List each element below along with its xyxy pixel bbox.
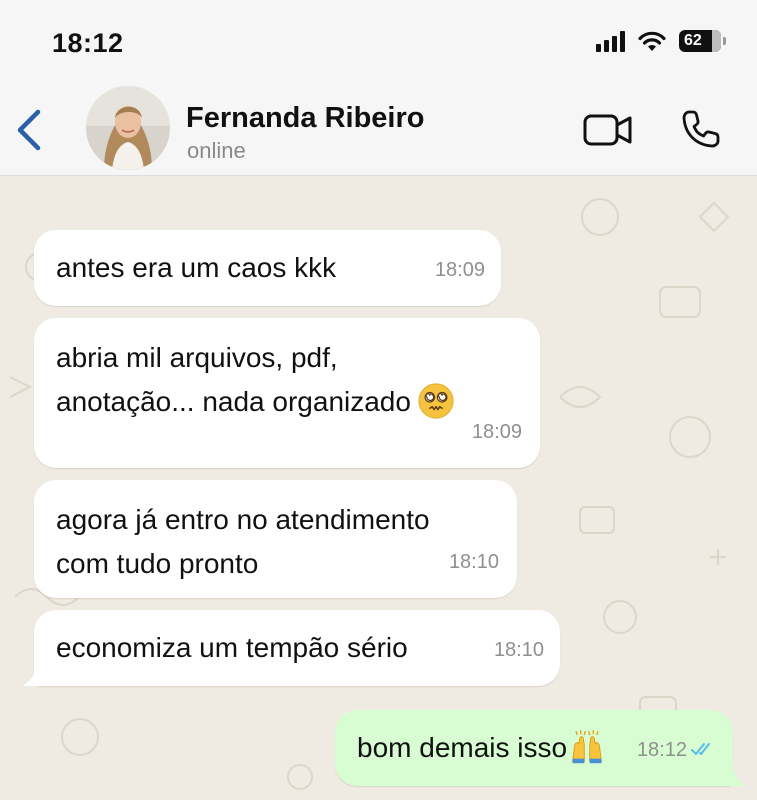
message-text: agora já entro no atendimento com tudo p… <box>56 504 430 579</box>
message-text: economiza um tempão sério <box>56 632 408 663</box>
double-check-icon <box>691 742 710 755</box>
status-icons: 62 <box>596 30 726 52</box>
contact-status: online <box>187 138 246 163</box>
battery-level: 62 <box>684 32 702 49</box>
chevron-left-icon[interactable] <box>12 106 46 154</box>
battery-icon: 62 <box>679 30 726 52</box>
dizzy-face-emoji <box>418 383 454 419</box>
contact-name[interactable]: Fernanda Ribeiro <box>186 102 425 135</box>
status-time: 18:12 <box>52 28 124 58</box>
chat-area[interactable]: antes era um caos kkk 18:09 abria mil ar… <box>0 177 757 800</box>
chat-header: Fernanda Ribeiro online <box>0 86 757 176</box>
bubble-tail <box>727 764 747 786</box>
bubble-tail <box>22 664 44 686</box>
raising-hands-emoji <box>572 729 603 763</box>
message-bubble[interactable]: abria mil arquivos, pdf, anotação... nad… <box>34 318 540 468</box>
message-text: antes era um caos kkk <box>56 252 337 283</box>
message-time-text: 18:12 <box>636 739 687 761</box>
message-text: abria mil arquivos, pdf, anotação... nad… <box>56 342 411 417</box>
video-camera-icon[interactable] <box>582 112 634 148</box>
wifi-icon <box>638 31 666 51</box>
message-bubble[interactable]: bom demais isso 18:12 <box>335 710 733 786</box>
avatar[interactable] <box>86 86 170 170</box>
message-bubble[interactable]: economiza um tempão sério 18:10 <box>34 610 560 686</box>
message-time: 18:10 <box>448 551 499 573</box>
status-bar: 18:12 62 <box>0 0 757 90</box>
message-time: 18:09 <box>434 259 485 281</box>
message-time: 18:12 <box>637 728 715 772</box>
message-text: bom demais isso <box>357 732 568 763</box>
message-time: 18:09 <box>471 421 522 443</box>
cellular-signal-icon <box>596 30 625 52</box>
message-time: 18:10 <box>493 639 544 661</box>
phone-icon[interactable] <box>680 108 722 150</box>
message-bubble[interactable]: agora já entro no atendimento com tudo p… <box>34 480 517 598</box>
message-bubble[interactable]: antes era um caos kkk 18:09 <box>34 230 501 306</box>
